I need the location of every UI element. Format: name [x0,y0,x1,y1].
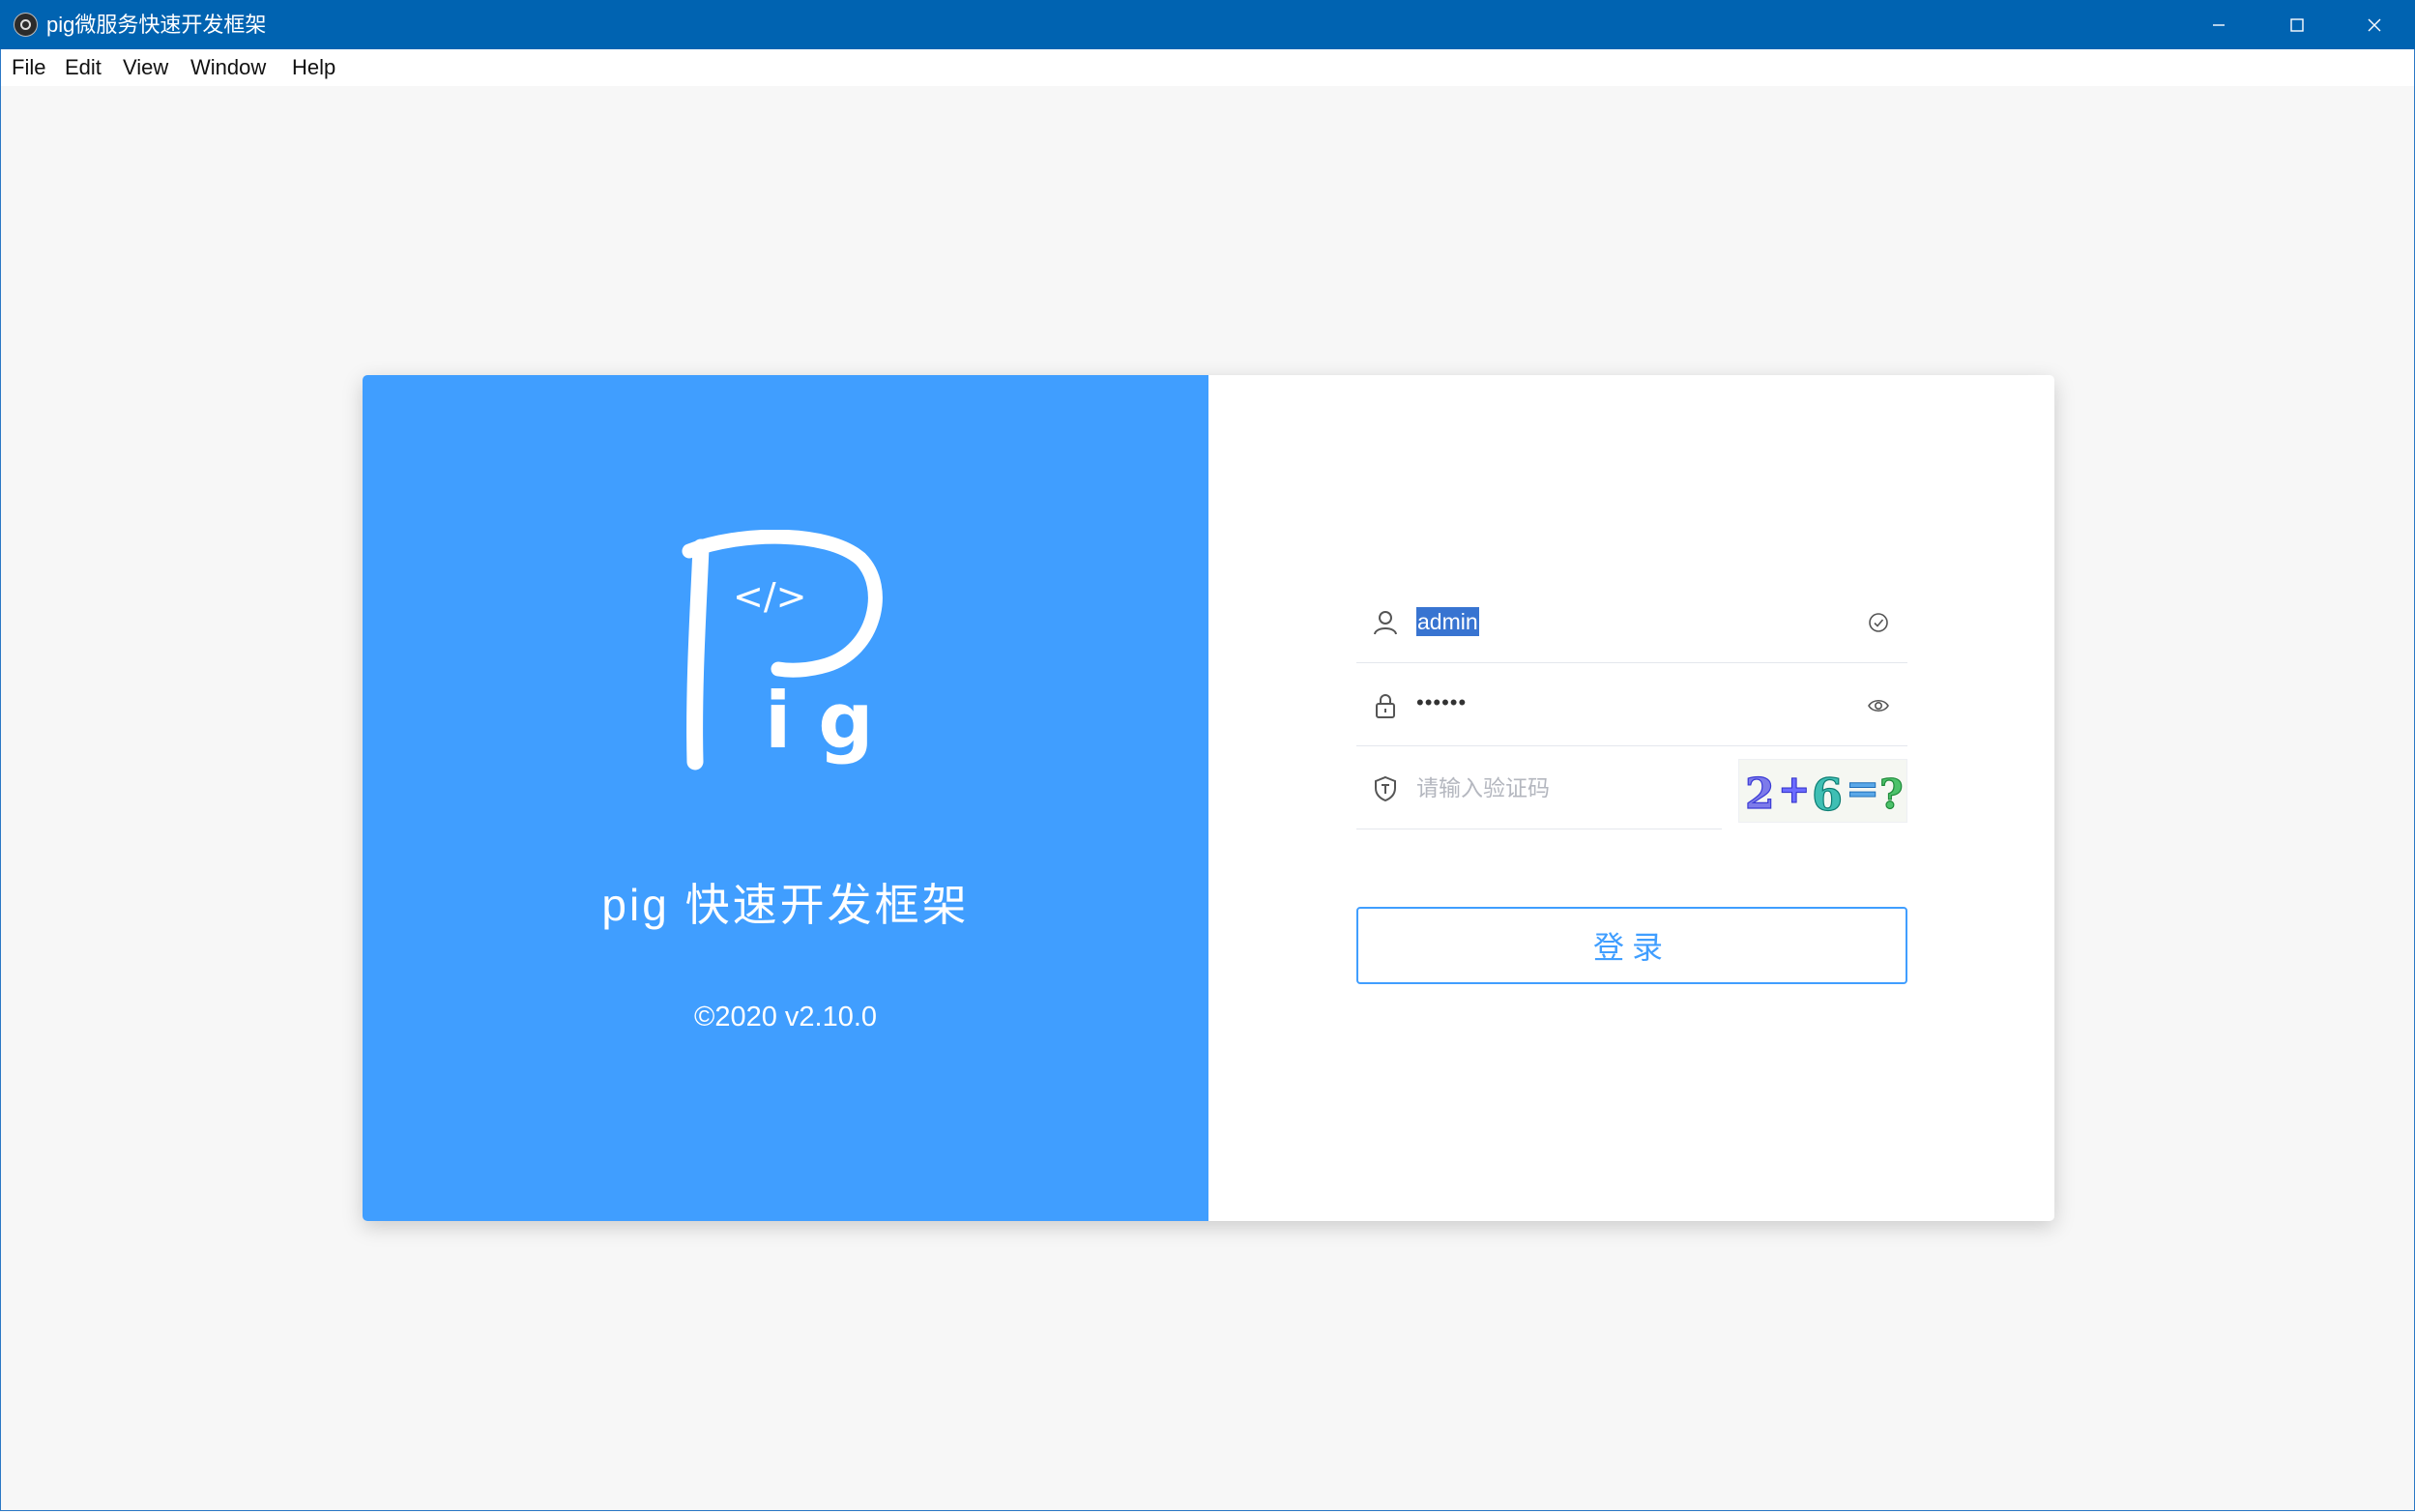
check-circle-icon [1869,613,1888,632]
close-button[interactable] [2336,0,2413,49]
menu-edit[interactable]: Edit [65,49,102,86]
svg-text:+: + [1778,768,1811,812]
window-titlebar[interactable]: pig微服务快速开发框架 [0,0,2415,49]
eye-icon[interactable] [1867,694,1890,717]
brand-panel: </> i g pig 快速开发框架 ©2020 v2.10.0 [363,375,1208,1221]
menu-window[interactable]: Window [190,49,266,86]
menu-view[interactable]: View [123,49,168,86]
username-input[interactable]: admin [1416,607,1479,636]
menu-bar: File Edit View Window Help [0,49,2415,86]
password-field[interactable]: •••••• [1356,663,1907,746]
password-input[interactable]: •••••• [1416,688,1467,717]
pig-logo: </> i g [682,530,883,771]
svg-text:2: 2 [1745,770,1775,819]
brand-version: ©2020 v2.10.0 [693,1002,878,1032]
minimize-button[interactable] [2180,0,2257,49]
svg-text:=: = [1846,765,1879,812]
menu-help[interactable]: Help [292,49,335,86]
login-button[interactable]: 登录 [1356,907,1907,984]
logo-code-text: </> [733,575,806,618]
captcha-field[interactable]: 请输入验证码 [1356,746,1722,829]
maximize-icon [2290,17,2304,32]
svg-text:i g: i g [765,676,874,766]
svg-text:6: 6 [1812,769,1843,821]
captcha-image[interactable]: 2 + 6 = ? [1738,759,1907,823]
user-icon [1374,611,1397,635]
maximize-button[interactable] [2258,0,2336,49]
shield-icon [1375,775,1396,802]
window-title: pig微服务快速开发框架 [46,13,267,37]
svg-text:?: ? [1879,771,1904,818]
menu-file[interactable]: File [12,49,45,86]
close-icon [2368,18,2381,31]
brand-title: pig 快速开发框架 [601,880,970,930]
username-field[interactable]: admin [1356,580,1907,663]
app-icon [14,13,38,37]
login-card: </> i g pig 快速开发框架 ©2020 v2.10.0 admin •… [363,375,2054,1221]
captcha-input[interactable]: 请输入验证码 [1416,773,1550,802]
minimize-icon [2213,23,2225,26]
lock-icon [1376,694,1395,718]
